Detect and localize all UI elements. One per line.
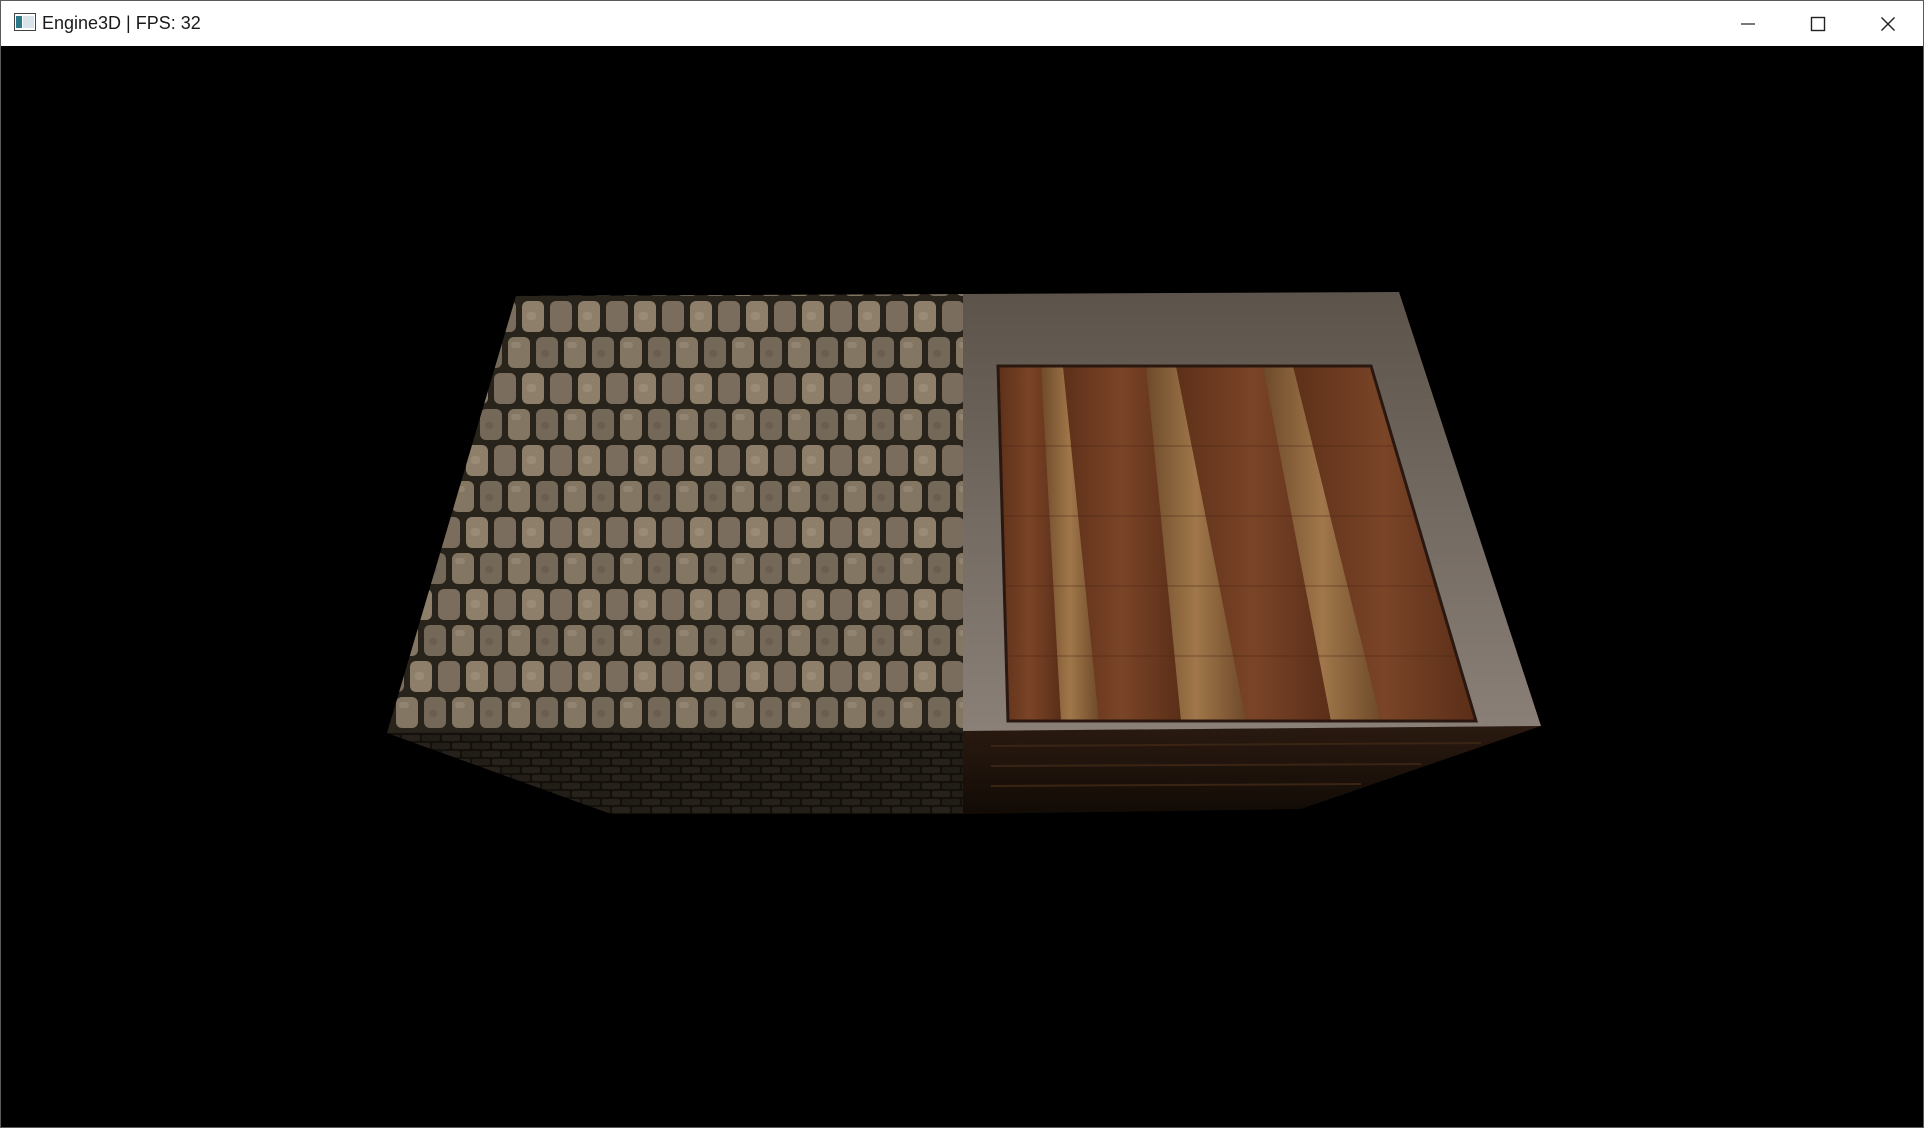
minimize-icon — [1741, 22, 1755, 25]
wooden-crate-front-face — [963, 726, 1541, 814]
close-icon — [1881, 16, 1895, 31]
title-bar[interactable]: Engine3D | FPS: 32 — [1, 1, 1923, 46]
app-window-icon — [14, 13, 36, 31]
scene-canvas — [387, 292, 1541, 814]
maximize-icon — [1810, 16, 1826, 31]
stone-cube[interactable] — [387, 294, 963, 814]
minimize-button[interactable] — [1713, 1, 1783, 46]
window-title: Engine3D | FPS: 32 — [42, 13, 201, 33]
render-viewport[interactable] — [1, 46, 1923, 1127]
maximize-button[interactable] — [1783, 1, 1853, 46]
wooden-crate[interactable] — [963, 292, 1541, 814]
application-window: Engine3D | FPS: 32 — [0, 0, 1924, 1128]
close-button[interactable] — [1853, 1, 1923, 46]
